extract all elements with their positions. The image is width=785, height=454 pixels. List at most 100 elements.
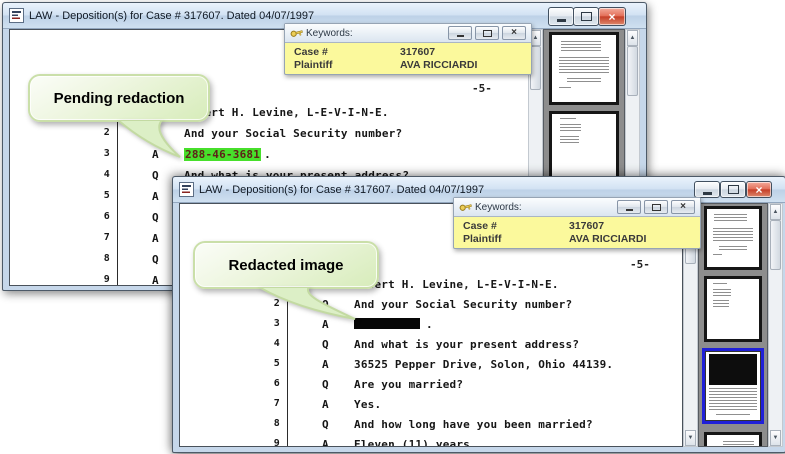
scroll-up-icon: ▲ <box>532 35 539 41</box>
scroll-down-button[interactable]: ▼ <box>770 430 781 446</box>
keywords-titlebar[interactable]: Keywords: × <box>285 24 531 43</box>
field-value: 317607 <box>569 220 605 232</box>
maximize-icon <box>580 12 592 21</box>
thumbnail-text-lines <box>719 246 747 252</box>
line-text: Are you married? <box>354 378 464 391</box>
minimize-icon <box>456 34 464 37</box>
page-thumbnail-3-selected[interactable] <box>702 348 764 424</box>
transcript-line: 3 A 288-46-3681. <box>10 148 529 169</box>
keywords-close-button[interactable]: × <box>502 26 526 40</box>
line-number: 8 <box>273 418 280 429</box>
maximize-button[interactable] <box>573 7 599 26</box>
close-icon: × <box>755 182 763 197</box>
transcript-line: 9 A Eleven (11) years. <box>180 438 682 447</box>
line-number: 2 <box>103 127 110 138</box>
line-number: 9 <box>103 274 110 285</box>
line-text: . <box>426 318 433 331</box>
thumbnail-text-lines <box>722 441 754 446</box>
line-number: 7 <box>273 398 280 409</box>
key-icon <box>459 204 472 211</box>
line-text: And what is your present address? <box>354 338 580 351</box>
scroll-down-button[interactable]: ▼ <box>685 430 696 446</box>
minimize-icon <box>556 18 566 22</box>
minimize-button[interactable] <box>548 7 574 26</box>
keywords-body: Case # 317607 Plaintiff AVA RICCIARDI <box>454 217 700 246</box>
line-number: 7 <box>103 232 110 243</box>
scroll-down-icon: ▼ <box>772 435 779 441</box>
ssn-highlight[interactable]: 288-46-3681 <box>184 148 262 161</box>
field-label: Case # <box>463 220 497 232</box>
key-icon <box>290 30 303 37</box>
speaker: Q <box>322 338 329 351</box>
scrollbar-thumb[interactable] <box>770 220 781 270</box>
speaker: A <box>322 398 329 411</box>
thumbnail-text-lines <box>560 41 601 52</box>
page-thumbnail-4[interactable] <box>704 432 762 446</box>
callout-redacted-image: Redacted image <box>193 241 379 320</box>
transcript-line: 3A. <box>180 318 682 338</box>
keywords-titlebar[interactable]: Keywords: × <box>454 198 700 217</box>
maximize-button[interactable] <box>720 181 746 198</box>
app-icon <box>179 182 194 197</box>
scroll-up-button[interactable]: ▲ <box>627 30 638 46</box>
page-thumbnail-2[interactable] <box>549 111 619 181</box>
scroll-up-icon: ▲ <box>629 35 636 41</box>
minimize-icon <box>702 191 712 195</box>
keywords-field-row: Plaintiff AVA RICCIARDI <box>454 233 700 246</box>
scroll-up-icon: ▲ <box>772 209 779 215</box>
page-number: -5- <box>630 258 650 271</box>
line-number: 5 <box>273 358 280 369</box>
minimize-icon <box>625 208 633 211</box>
transcript-line: 8 Q And how long have you been married? <box>180 418 682 438</box>
field-label: Case # <box>294 46 328 58</box>
screenshot-canvas: LAW - Deposition(s) for Case # 317607. D… <box>0 0 785 454</box>
line-number: 4 <box>273 338 280 349</box>
thumbnail-text-lines <box>714 214 747 224</box>
thumbnail-text-lines <box>713 288 731 297</box>
keywords-maximize-button[interactable] <box>475 26 499 40</box>
keywords-panel: Keywords: × Case # 317607 Plaintiff AVA RI… <box>284 23 532 75</box>
callout-text: Redacted image <box>228 256 344 274</box>
window-title: LAW - Deposition(s) for Case # 317607. D… <box>29 9 315 22</box>
line-text: And your Social Security number? <box>184 127 403 140</box>
thumbnail-scrollbar[interactable]: ▲ ▼ <box>768 203 783 447</box>
thumbnail-text-lines <box>559 118 577 122</box>
redaction-box[interactable] <box>354 318 420 329</box>
close-icon: × <box>680 201 686 212</box>
maximize-icon <box>651 203 661 211</box>
thumbnail-text-lines <box>712 228 754 243</box>
minimize-button[interactable] <box>694 181 720 198</box>
keywords-field-row: Case # 317607 <box>454 220 700 233</box>
keywords-close-button[interactable]: × <box>671 200 695 214</box>
maximize-icon <box>727 185 739 194</box>
transcript-line: 6 Q Are you married? <box>180 378 682 398</box>
field-label: Plaintiff <box>463 233 502 245</box>
scroll-down-icon: ▼ <box>687 435 694 441</box>
transcript-line: 4 Q And what is your present address? <box>180 338 682 358</box>
scroll-up-button[interactable]: ▲ <box>770 204 781 220</box>
close-button[interactable]: × <box>746 181 772 198</box>
close-button[interactable]: × <box>598 7 626 26</box>
speaker: Q <box>322 378 329 391</box>
page-thumbnail-2[interactable] <box>704 276 762 342</box>
transcript-line: 5 A 36525 Pepper Drive, Solon, Ohio 44139. <box>180 358 682 378</box>
line-text: . <box>354 318 433 331</box>
keywords-minimize-button[interactable] <box>617 200 641 214</box>
scrollbar-thumb[interactable] <box>627 46 638 96</box>
line-number: 8 <box>103 253 110 264</box>
thumbnail-dark-block <box>708 353 757 386</box>
line-text: 288-46-3681. <box>184 148 271 161</box>
thumbnail-text-lines <box>716 414 750 417</box>
page-thumbnail-1[interactable] <box>704 206 762 270</box>
thumbnail-text-lines <box>559 124 582 133</box>
keywords-body: Case # 317607 Plaintiff AVA RICCIARDI <box>285 43 531 72</box>
close-icon: × <box>608 9 616 24</box>
maximize-icon <box>482 29 492 37</box>
keywords-minimize-button[interactable] <box>448 26 472 40</box>
thumbnail-text-lines <box>559 86 571 90</box>
keywords-maximize-button[interactable] <box>644 200 668 214</box>
callout-tail <box>257 287 356 320</box>
speaker: A <box>322 438 329 447</box>
keywords-field-row: Case # 317607 <box>285 46 531 59</box>
page-thumbnail-1[interactable] <box>549 32 619 105</box>
